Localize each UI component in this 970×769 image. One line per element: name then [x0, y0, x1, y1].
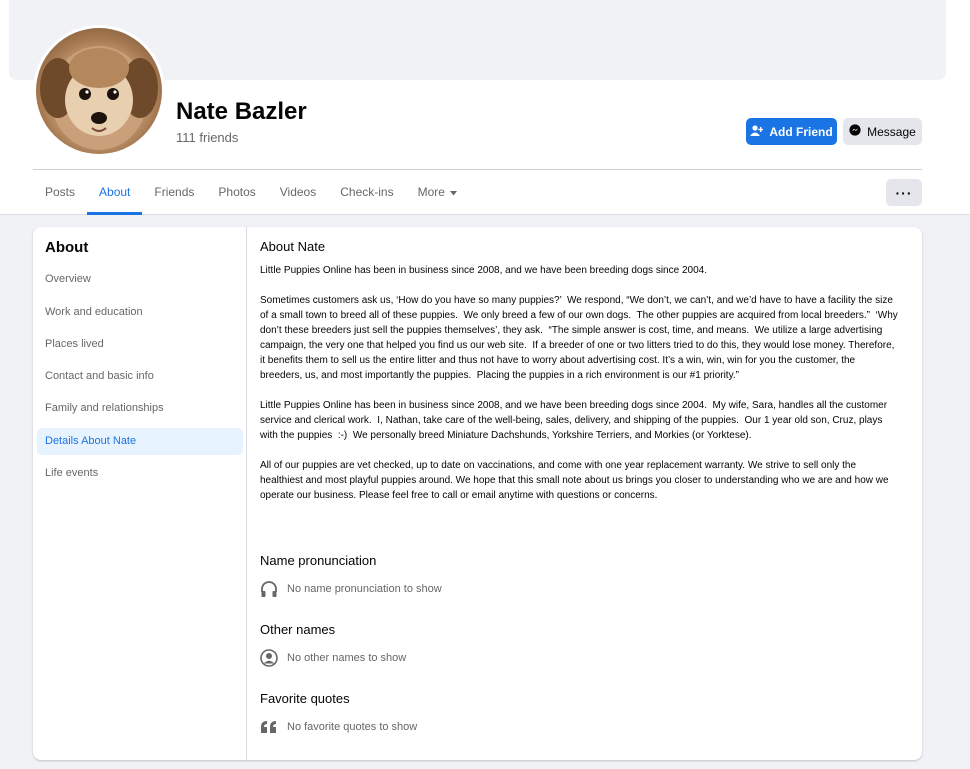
headphones-icon	[260, 580, 278, 598]
profile-header: Nate Bazler 111 friends Add Friend Messa…	[0, 0, 970, 215]
quotes-empty: No favorite quotes to show	[260, 718, 417, 736]
ellipsis-icon: ···	[895, 184, 913, 201]
tab-friends[interactable]: Friends	[142, 170, 206, 215]
pronunciation-empty-text: No name pronunciation to show	[287, 583, 442, 595]
sidebar-item-family[interactable]: Family and relationships	[37, 395, 243, 422]
tab-label: More	[417, 185, 445, 199]
sidebar-item-contact-info[interactable]: Contact and basic info	[37, 363, 243, 390]
tab-more[interactable]: More	[406, 170, 469, 215]
other-names-title: Other names	[260, 622, 336, 637]
bio-paragraph: Sometimes customers ask us, ‘How do you …	[260, 295, 901, 381]
add-friend-button[interactable]: Add Friend	[746, 118, 837, 145]
tab-about[interactable]: About	[87, 170, 143, 215]
bio-text: Little Puppies Online has been in busine…	[260, 263, 900, 518]
message-button[interactable]: Message	[843, 118, 922, 145]
pronunciation-title: Name pronunciation	[260, 553, 377, 568]
messenger-icon	[849, 124, 861, 139]
quote-icon	[260, 718, 278, 736]
other-names-empty-text: No other names to show	[287, 652, 407, 664]
bio-paragraph: Little Puppies Online has been in busine…	[260, 265, 707, 276]
caret-down-icon	[449, 171, 457, 214]
tab-videos[interactable]: Videos	[268, 170, 328, 215]
tab-label: Friends	[154, 185, 195, 199]
quotes-empty-text: No favorite quotes to show	[287, 721, 418, 733]
tab-label: About	[99, 185, 131, 199]
sidebar-item-details[interactable]: Details About Nate	[37, 428, 243, 455]
sidebar-item-life-events[interactable]: Life events	[37, 460, 243, 487]
bio-paragraph: Little Puppies Online has been in busine…	[260, 400, 890, 441]
sidebar-item-work-education[interactable]: Work and education	[37, 299, 243, 326]
add-person-icon	[750, 124, 764, 139]
more-options-button[interactable]: ···	[886, 179, 922, 206]
tab-photos[interactable]: Photos	[206, 170, 267, 215]
about-card: About Overview Work and education Places…	[33, 227, 922, 760]
sidebar-title: About	[45, 239, 89, 256]
profile-tabs: Posts About Friends Photos Videos Check-…	[33, 170, 469, 215]
tab-label: Posts	[45, 185, 76, 199]
friends-count[interactable]: 111 friends	[176, 130, 238, 145]
add-friend-label: Add Friend	[769, 124, 833, 139]
sidebar-item-places-lived[interactable]: Places lived	[37, 331, 243, 358]
about-title: About Nate	[260, 239, 326, 254]
tab-label: Photos	[218, 185, 256, 199]
tab-posts[interactable]: Posts	[33, 170, 87, 215]
about-sidebar: About Overview Work and education Places…	[33, 227, 247, 760]
pronunciation-empty: No name pronunciation to show	[260, 580, 442, 598]
tab-label: Check-ins	[340, 185, 394, 199]
other-names-empty: No other names to show	[260, 649, 406, 667]
avatar[interactable]	[33, 25, 165, 157]
person-circle-icon	[260, 649, 278, 667]
sidebar-item-overview[interactable]: Overview	[37, 266, 243, 293]
quotes-title: Favorite quotes	[260, 691, 350, 706]
profile-name: Nate Bazler	[176, 98, 307, 125]
tab-check-ins[interactable]: Check-ins	[328, 170, 405, 215]
puppy-photo	[36, 28, 162, 154]
bio-paragraph: All of our puppies are vet checked, up t…	[260, 460, 892, 501]
tab-label: Videos	[279, 185, 317, 199]
message-label: Message	[867, 124, 916, 139]
